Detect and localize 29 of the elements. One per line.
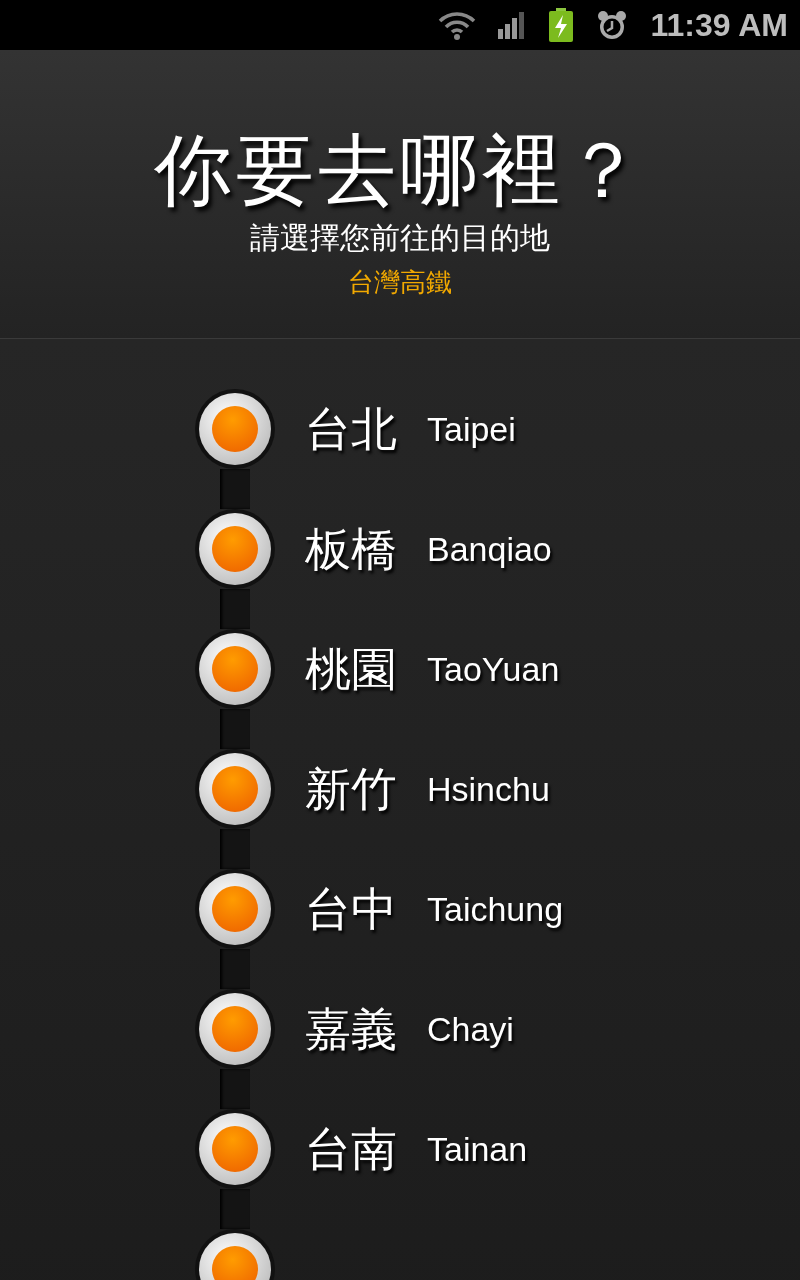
station-marker[interactable] (195, 869, 275, 949)
wifi-icon (438, 10, 477, 40)
station-name-english[interactable]: Banqiao (427, 509, 552, 589)
station-name-english[interactable]: Hsinchu (427, 749, 550, 829)
station-name-english[interactable]: TaoYuan (427, 629, 560, 709)
station-marker[interactable] (195, 629, 275, 709)
station-name-english[interactable]: Tainan (427, 1109, 528, 1189)
battery-charging-icon (548, 8, 575, 42)
station-name[interactable]: 桃園 (305, 629, 399, 709)
status-time: 11:39 AM (650, 6, 788, 44)
station-marker[interactable] (195, 1109, 275, 1189)
alarm-icon (596, 9, 629, 41)
station-marker[interactable] (195, 749, 275, 829)
signal-icon (498, 11, 527, 39)
station-name[interactable]: 台南 (305, 1109, 399, 1189)
station-name[interactable]: 台北 (305, 389, 399, 469)
station-name[interactable]: 板橋 (305, 509, 399, 589)
station-marker[interactable] (195, 389, 275, 469)
station-marker[interactable] (195, 989, 275, 1069)
station-name[interactable]: 新竹 (305, 749, 399, 829)
station-name-english[interactable]: Chayi (427, 989, 514, 1069)
station-name-english[interactable]: Taipei (427, 389, 516, 469)
station-marker[interactable] (195, 509, 275, 589)
station-name-english[interactable]: Taichung (427, 869, 564, 949)
subtitle: 請選擇您前往的目的地 (250, 219, 550, 257)
station-name[interactable]: 嘉義 (305, 989, 399, 1069)
operator-name: 台灣高鐵 (348, 266, 452, 299)
station-name[interactable]: 台中 (305, 869, 399, 949)
page-title: 你要去哪裡？ (154, 124, 646, 217)
